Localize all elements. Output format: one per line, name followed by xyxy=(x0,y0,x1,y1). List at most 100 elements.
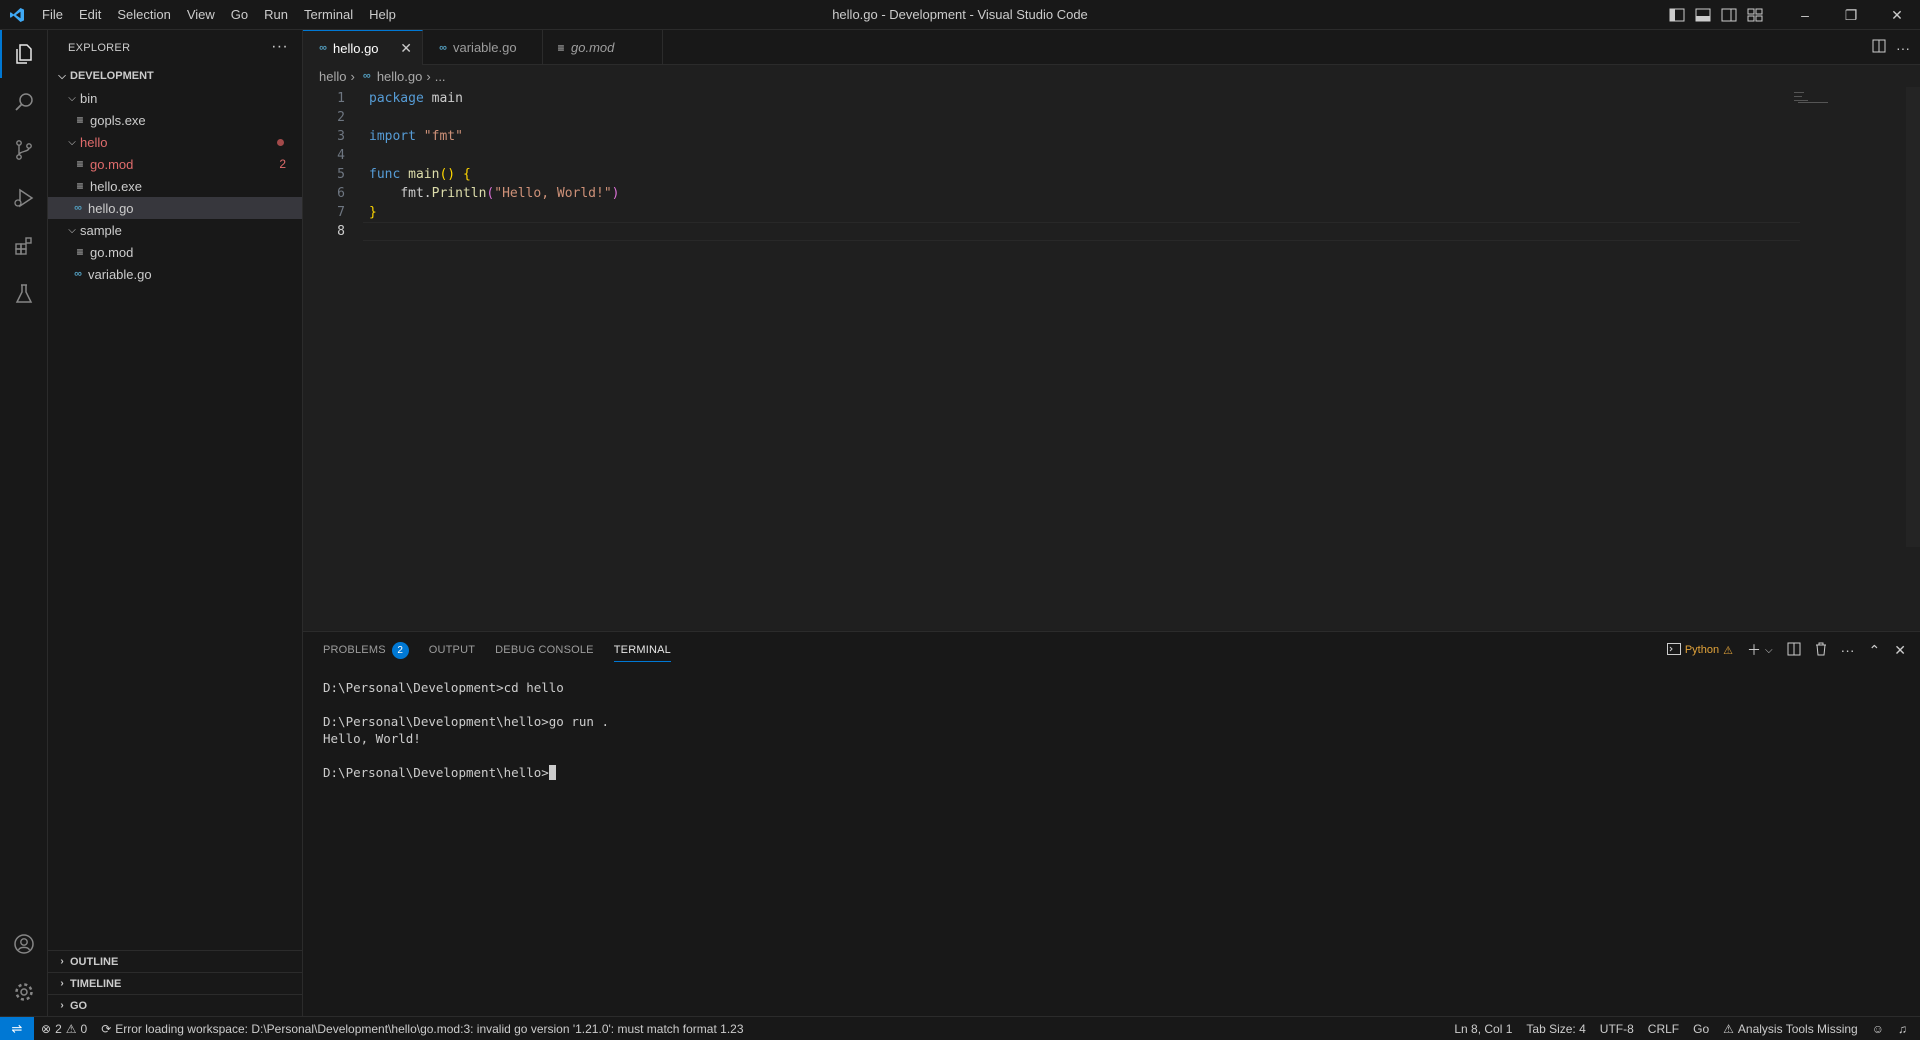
warning-icon: ⚠ xyxy=(1723,644,1733,657)
tree-file-hello-exe[interactable]: ≡ hello.exe xyxy=(48,175,302,197)
tab-output[interactable]: OUTPUT xyxy=(419,632,485,668)
new-terminal-icon[interactable]: ＋ xyxy=(1747,640,1761,660)
menu-edit[interactable]: Edit xyxy=(71,0,109,30)
bracket: { xyxy=(462,167,471,182)
tree-file-hello-go[interactable]: ∞ hello.go xyxy=(48,197,302,219)
file-lines-icon: ≡ xyxy=(76,245,84,259)
menu-go[interactable]: Go xyxy=(223,0,256,30)
notifications-bell-icon[interactable]: ♫ xyxy=(1891,1022,1914,1036)
code-line: 3 import "fmt" xyxy=(303,127,1920,146)
language-mode[interactable]: Go xyxy=(1686,1022,1716,1036)
line-number: 3 xyxy=(337,129,345,144)
function-name: Println xyxy=(431,186,487,201)
close-icon[interactable]: ✕ xyxy=(400,40,412,57)
end-of-line[interactable]: CRLF xyxy=(1641,1022,1686,1036)
tree-file-gopls-exe[interactable]: ≡ gopls.exe xyxy=(48,109,302,131)
breadcrumb-item[interactable]: hello xyxy=(319,69,346,84)
menu-help[interactable]: Help xyxy=(361,0,404,30)
workspace-error-message: Error loading workspace: D:\Personal\Dev… xyxy=(115,1021,744,1036)
tree-folder-hello[interactable]: ⌵ hello xyxy=(48,131,302,153)
editor-scrollbar[interactable] xyxy=(1906,87,1920,547)
section-go[interactable]: › GO xyxy=(48,994,303,1016)
terminal-profile[interactable]: Python ⚠ xyxy=(1666,642,1733,658)
source-control-icon[interactable] xyxy=(0,126,48,174)
terminal-prompt-line: D:\Personal\Development\hello> xyxy=(323,765,1900,782)
chevron-down-icon: ⌵ xyxy=(68,224,76,236)
tree-file-go-mod[interactable]: ≡ go.mod 2 xyxy=(48,153,302,175)
tab-variable-go[interactable]: ∞ variable.go xyxy=(423,30,543,65)
workspace-error-status[interactable]: ⟳ Error loading workspace: D:\Personal\D… xyxy=(94,1022,750,1036)
extensions-icon[interactable] xyxy=(0,222,48,270)
toggle-secondary-sidebar-icon[interactable] xyxy=(1716,0,1742,30)
tab-debug-console[interactable]: DEBUG CONSOLE xyxy=(485,632,604,668)
code-line: 1 package main xyxy=(303,89,1920,108)
split-terminal-icon[interactable] xyxy=(1787,642,1801,659)
toggle-panel-icon[interactable] xyxy=(1690,0,1716,30)
close-panel-icon[interactable]: ✕ xyxy=(1894,642,1906,659)
line-number: 5 xyxy=(337,167,345,182)
accounts-icon[interactable] xyxy=(0,920,48,968)
restore-button[interactable]: ❐ xyxy=(1828,0,1874,30)
chevron-down-icon: ⌵ xyxy=(68,92,76,104)
keyword: func xyxy=(369,167,401,182)
folder-root-development[interactable]: ⌵ DEVELOPMENT xyxy=(48,65,302,87)
tab-terminal[interactable]: TERMINAL xyxy=(604,632,681,668)
problems-status[interactable]: ⊗ 2 ⚠ 0 xyxy=(34,1022,94,1036)
tab-go-mod[interactable]: ≡ go.mod xyxy=(543,30,663,65)
run-debug-icon[interactable] xyxy=(0,174,48,222)
tree-file-variable-go[interactable]: ∞ variable.go xyxy=(48,263,302,285)
chevron-down-icon: ⌵ xyxy=(58,70,66,82)
tree-folder-sample[interactable]: ⌵ sample xyxy=(48,219,302,241)
editor-tabs: ∞ hello.go ✕ ∞ variable.go ≡ go.mod ··· xyxy=(303,30,1920,65)
settings-gear-icon[interactable] xyxy=(0,968,48,1016)
split-editor-icon[interactable] xyxy=(1872,39,1886,56)
explorer-icon[interactable] xyxy=(0,30,48,78)
feedback-icon[interactable]: ☺ xyxy=(1865,1022,1891,1036)
more-actions-icon[interactable]: ··· xyxy=(271,38,288,56)
tree-folder-bin[interactable]: ⌵ bin xyxy=(48,87,302,109)
problems-count-badge: 2 xyxy=(391,641,409,659)
section-timeline[interactable]: › TIMELINE xyxy=(48,972,303,994)
more-actions-icon[interactable]: ··· xyxy=(1896,40,1910,56)
tab-size[interactable]: Tab Size: 4 xyxy=(1519,1022,1592,1036)
customize-layout-icon[interactable] xyxy=(1742,0,1768,30)
terminal-output[interactable]: D:\Personal\Development>cd hello D:\Pers… xyxy=(303,668,1920,794)
chevron-right-icon: › xyxy=(60,1000,64,1011)
trash-icon[interactable] xyxy=(1815,642,1827,659)
current-line-highlight xyxy=(363,222,1800,241)
testing-icon[interactable] xyxy=(0,270,48,318)
breadcrumb-item[interactable]: hello.go xyxy=(377,69,423,84)
menu-file[interactable]: File xyxy=(34,0,71,30)
line-number: 1 xyxy=(337,91,345,106)
remote-indicator-icon[interactable]: ⇌ xyxy=(0,1016,34,1040)
more-actions-icon[interactable]: ··· xyxy=(1841,642,1855,658)
tree-file-sample-go-mod[interactable]: ≡ go.mod xyxy=(48,241,302,263)
code-editor[interactable]: 1 package main 2 3 import "fmt" 4 5 func ma… xyxy=(303,87,1920,241)
chevron-down-icon[interactable]: ⌵ xyxy=(1765,645,1773,656)
go-file-icon: ∞ xyxy=(319,42,327,54)
menu-view[interactable]: View xyxy=(179,0,223,30)
toggle-primary-sidebar-icon[interactable] xyxy=(1664,0,1690,30)
tree-label: sample xyxy=(80,222,122,238)
error-dot-icon xyxy=(277,138,284,146)
section-outline[interactable]: › OUTLINE xyxy=(48,950,303,972)
line-number: 4 xyxy=(337,148,345,163)
breadcrumb-item[interactable]: ... xyxy=(435,69,446,84)
bottom-panel: PROBLEMS 2 OUTPUT DEBUG CONSOLE TERMINAL… xyxy=(303,631,1920,1016)
menu-terminal[interactable]: Terminal xyxy=(296,0,361,30)
tree-label: bin xyxy=(80,90,98,106)
minimap[interactable] xyxy=(1794,92,1830,104)
encoding[interactable]: UTF-8 xyxy=(1593,1022,1641,1036)
cursor-position[interactable]: Ln 8, Col 1 xyxy=(1447,1022,1519,1036)
search-icon[interactable] xyxy=(0,78,48,126)
menu-run[interactable]: Run xyxy=(256,0,296,30)
tab-hello-go[interactable]: ∞ hello.go ✕ xyxy=(303,30,423,65)
close-window-button[interactable]: ✕ xyxy=(1874,0,1920,30)
analysis-tools-status[interactable]: ⚠ Analysis Tools Missing xyxy=(1716,1022,1865,1036)
menu-selection[interactable]: Selection xyxy=(109,0,178,30)
minimize-button[interactable]: – xyxy=(1782,0,1828,30)
tab-problems[interactable]: PROBLEMS 2 xyxy=(313,632,419,668)
tab-label: hello.go xyxy=(333,40,379,56)
maximize-panel-icon[interactable]: ⌃ xyxy=(1869,642,1881,659)
